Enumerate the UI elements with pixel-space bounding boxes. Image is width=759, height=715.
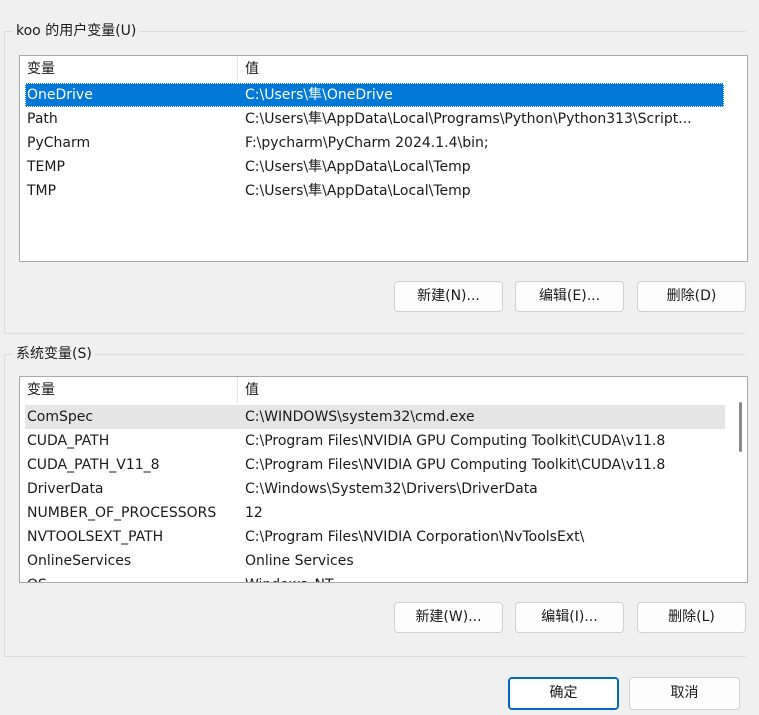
table-row[interactable]: NUMBER_OF_PROCESSORS 12	[25, 501, 725, 525]
column-header-value[interactable]: 值	[237, 377, 747, 403]
system-delete-button[interactable]: 删除(L)	[637, 602, 746, 633]
column-header-variable[interactable]: 变量	[20, 56, 244, 82]
variable-name-cell: OneDrive	[27, 87, 93, 103]
variable-name-cell: TEMP	[27, 159, 65, 175]
variable-value-cell: C:\Windows\System32\Drivers\DriverData	[245, 481, 538, 497]
user-delete-button[interactable]: 删除(D)	[637, 281, 746, 312]
variable-value-cell: Windows_NT	[245, 573, 725, 582]
system-edit-button[interactable]: 编辑(I)...	[515, 602, 624, 633]
table-row[interactable]: OneDrive C:\Users\隼\OneDrive	[25, 83, 724, 107]
ok-button[interactable]: 确定	[508, 677, 619, 710]
system-list-header: 变量 值	[20, 377, 747, 403]
column-header-variable[interactable]: 变量	[20, 377, 244, 403]
variable-value-cell: C:\Users\隼\AppData\Local\Temp	[245, 183, 471, 199]
table-row[interactable]: Path C:\Users\隼\AppData\Local\Programs\Py…	[25, 107, 724, 131]
user-variables-title: koo 的用户变量(U)	[13, 22, 140, 40]
user-new-button[interactable]: 新建(N)...	[394, 281, 503, 312]
variable-name-cell: OnlineServices	[27, 553, 132, 569]
variable-name-cell: TMP	[27, 183, 57, 199]
variable-name-cell: CUDA_PATH	[27, 433, 110, 449]
variable-name-cell: PyCharm	[27, 135, 91, 151]
variable-value-cell: Online Services	[245, 553, 354, 569]
table-row[interactable]: CUDA_PATH C:\Program Files\NVIDIA GPU Com…	[25, 429, 725, 453]
system-new-button[interactable]: 新建(W)...	[394, 602, 503, 633]
cancel-button[interactable]: 取消	[629, 677, 740, 710]
variable-value-cell: C:\WINDOWS\system32\cmd.exe	[245, 409, 475, 425]
variable-value-cell: F:\pycharm\PyCharm 2024.1.4\bin;	[245, 135, 489, 151]
table-row[interactable]: ComSpec C:\WINDOWS\system32\cmd.exe	[25, 405, 725, 429]
table-row[interactable]: TMP C:\Users\隼\AppData\Local\Temp	[25, 179, 724, 203]
variable-name-cell: Path	[27, 111, 58, 127]
variable-value-cell: C:\Program Files\NVIDIA GPU Computing To…	[245, 433, 666, 449]
table-row[interactable]: DriverData C:\Windows\System32\Drivers\Dr…	[25, 477, 725, 501]
variable-name-cell: ComSpec	[27, 409, 94, 425]
user-edit-button[interactable]: 编辑(E)...	[515, 281, 624, 312]
user-list-header: 变量 值	[20, 56, 747, 82]
table-row[interactable]: CUDA_PATH_V11_8 C:\Program Files\NVIDIA G…	[25, 453, 725, 477]
user-variables-list[interactable]: 变量 值 OneDrive C:\Users\隼\OneDrive Path C:\U…	[19, 55, 748, 262]
system-variables-list[interactable]: 变量 值 ComSpec C:\WINDOWS\system32\cmd.exe C…	[19, 376, 748, 583]
table-row[interactable]: PyCharm F:\pycharm\PyCharm 2024.1.4\bin;	[25, 131, 724, 155]
variable-value-cell: C:\Program Files\NVIDIA Corporation\NvTo…	[245, 529, 585, 545]
table-row[interactable]: OnlineServices Online Services	[25, 549, 725, 573]
variable-name-cell: CUDA_PATH_V11_8	[27, 457, 160, 473]
variable-value-cell: C:\Users\隼\OneDrive	[245, 87, 393, 103]
column-header-value[interactable]: 值	[237, 56, 747, 82]
table-row[interactable]: OS Windows_NT	[25, 573, 725, 582]
variable-name-cell: NUMBER_OF_PROCESSORS	[27, 505, 217, 521]
table-row[interactable]: NVTOOLSEXT_PATH C:\Program Files\NVIDIA C…	[25, 525, 725, 549]
variable-value-cell: C:\Users\隼\AppData\Local\Programs\Python…	[245, 111, 692, 127]
system-variables-title: 系统变量(S)	[13, 345, 95, 363]
variable-value-cell: 12	[245, 505, 263, 521]
variable-value-cell: C:\Program Files\NVIDIA GPU Computing To…	[245, 457, 666, 473]
system-list-scrollbar[interactable]	[727, 377, 747, 582]
variable-name-cell: NVTOOLSEXT_PATH	[27, 529, 164, 545]
variable-name-cell: OS	[27, 573, 47, 582]
variable-name-cell: DriverData	[27, 481, 104, 497]
variable-value-cell: C:\Users\隼\AppData\Local\Temp	[245, 159, 471, 175]
table-row[interactable]: TEMP C:\Users\隼\AppData\Local\Temp	[25, 155, 724, 179]
scrollbar-thumb[interactable]	[739, 402, 742, 452]
